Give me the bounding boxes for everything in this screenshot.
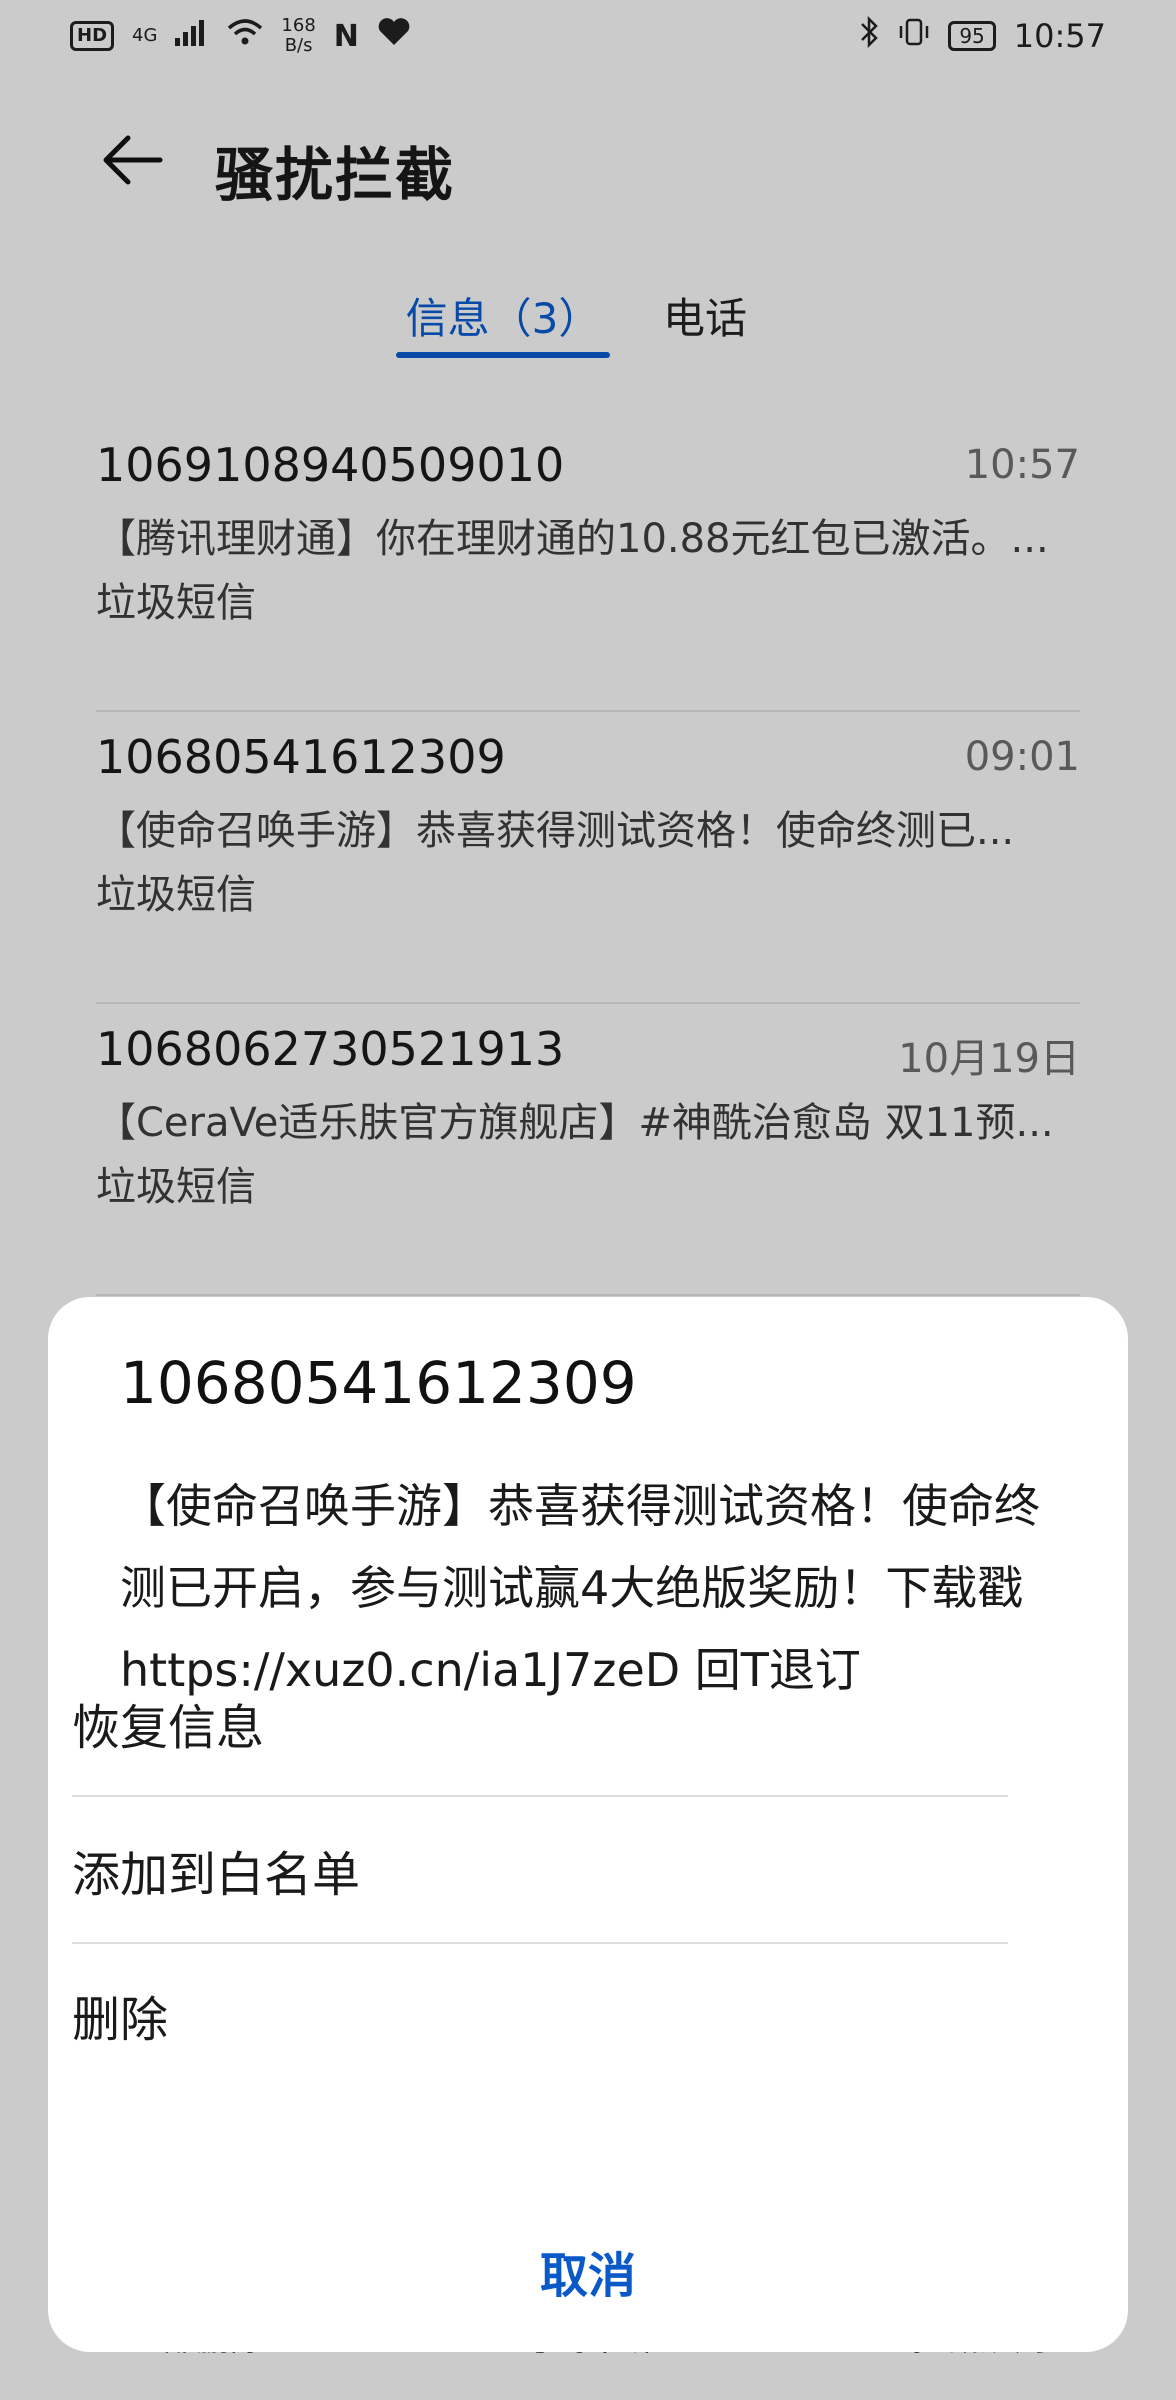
restore-message-button[interactable]: 恢复信息 [72, 1650, 1008, 1797]
delete-button[interactable]: 删除 [72, 1942, 1008, 2087]
cancel-button[interactable]: 取消 [0, 2226, 1176, 2316]
sheet-sender-number: 10680541612309 [120, 1349, 637, 1417]
add-to-whitelist-button[interactable]: 添加到白名单 [72, 1797, 1008, 1944]
